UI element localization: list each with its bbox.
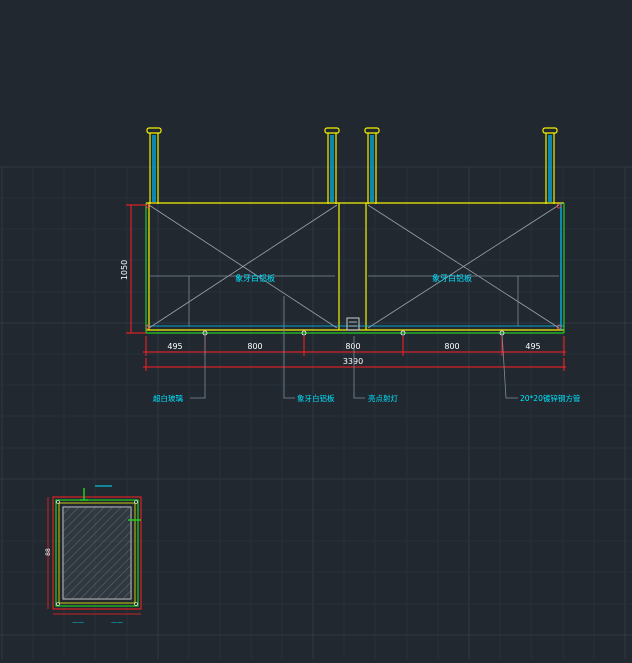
cad-viewport[interactable]: 象牙白铝板 象牙白铝板 1050 495 800 800 800 495 339… [0, 0, 632, 659]
callout-glass: 超白玻璃 [153, 393, 183, 403]
callout-steel-tube: 20*20镀锌钢方管 [520, 393, 581, 403]
post-3 [364, 127, 380, 204]
callout-spotlight: 亮点射灯 [368, 393, 398, 403]
height-dimension [126, 204, 146, 334]
panel-diagonals [148, 204, 560, 329]
post-4 [542, 127, 558, 204]
height-dim-text: 1050 [120, 260, 129, 280]
section-dim-bottom-left: —— [72, 619, 84, 626]
dim-total: 3390 [343, 357, 363, 366]
dim-seg-2: 800 [247, 342, 262, 351]
dim-seg-1: 495 [167, 342, 182, 351]
posts [146, 127, 558, 204]
elevation-frame [145, 202, 565, 334]
section-dim-left: 88 [45, 548, 52, 556]
dim-seg-5: 495 [525, 342, 540, 351]
panel-label-right: 象牙白铝板 [432, 273, 472, 283]
section-dim-bottom-right: —— [111, 619, 123, 626]
cad-drawing: 象牙白铝板 象牙白铝板 1050 495 800 800 800 495 339… [0, 127, 632, 659]
post-2 [324, 127, 340, 204]
dim-seg-3: 800 [345, 342, 360, 351]
post-1 [146, 127, 162, 204]
corner-markers [145, 203, 562, 336]
dim-seg-4: 800 [444, 342, 459, 351]
callout-panel: 象牙白铝板 [297, 393, 335, 403]
panel-label-left: 象牙白铝板 [235, 273, 275, 283]
